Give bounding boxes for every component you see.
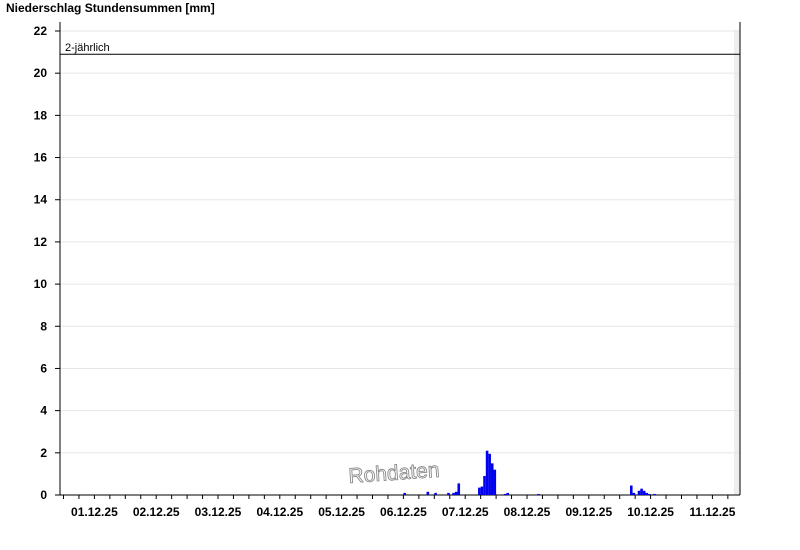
x-tick-label: 05.12.25 (318, 505, 365, 519)
x-tick-label: 04.12.25 (256, 505, 303, 519)
precip-bar (645, 492, 649, 495)
precip-bar (632, 492, 636, 495)
precip-bar (493, 469, 497, 495)
precip-bar (447, 492, 450, 495)
reference-line-label: 2-jährlich (65, 42, 110, 54)
y-tick-label: 18 (34, 108, 48, 122)
y-tick-label: 16 (34, 151, 48, 165)
y-tick-label: 2 (40, 446, 47, 460)
y-tick-label: 10 (34, 277, 48, 291)
precip-bar (488, 453, 491, 495)
y-tick-label: 14 (34, 193, 48, 207)
y-tick-label: 6 (40, 361, 47, 375)
precip-bar (506, 492, 509, 495)
precip-bar (630, 485, 633, 495)
x-tick-label: 07.12.25 (442, 505, 489, 519)
x-tick-label: 01.12.25 (71, 505, 118, 519)
precip-bar (403, 492, 406, 495)
precip-bar (642, 490, 646, 495)
watermark-label: Rohdaten (348, 459, 440, 488)
precip-bar (537, 493, 540, 495)
precip-bar (452, 492, 455, 495)
precip-bar (637, 490, 641, 495)
right-edge-shade (734, 30, 740, 495)
chart-canvas: 0 2 4 6 8 10 12 14 16 18 20 22 01.12.25 02.12.25 03.1… (34, 22, 741, 519)
x-tick-label: 09.12.25 (565, 505, 612, 519)
precip-bar (426, 491, 430, 495)
x-tick-label: 02.12.25 (133, 505, 180, 519)
precip-bar (478, 487, 481, 495)
x-tick-label: 11.12.25 (689, 505, 735, 519)
precip-bar (485, 450, 489, 495)
y-tick-label: 22 (34, 24, 48, 38)
precip-bar (503, 493, 507, 495)
x-tick-label: 06.12.25 (380, 505, 427, 519)
precip-bar (434, 492, 437, 495)
precip-bar (653, 493, 656, 495)
precip-bar (454, 491, 458, 495)
y-tick-label: 0 (40, 488, 47, 502)
x-tick-label: 03.12.25 (195, 505, 242, 519)
precip-bar (483, 476, 486, 495)
precip-bar (457, 483, 461, 495)
y-tick-label: 8 (40, 319, 47, 333)
precip-bar (490, 463, 494, 495)
y-tick-label: 20 (34, 66, 48, 80)
precip-bar (640, 488, 643, 495)
y-tick-label: 12 (34, 235, 48, 249)
x-tick-label: 10.12.25 (627, 505, 674, 519)
precip-bar (480, 486, 484, 495)
x-tick-label: 08.12.25 (504, 505, 551, 519)
y-tick-label: 4 (40, 404, 47, 418)
precip-bar (648, 493, 651, 495)
